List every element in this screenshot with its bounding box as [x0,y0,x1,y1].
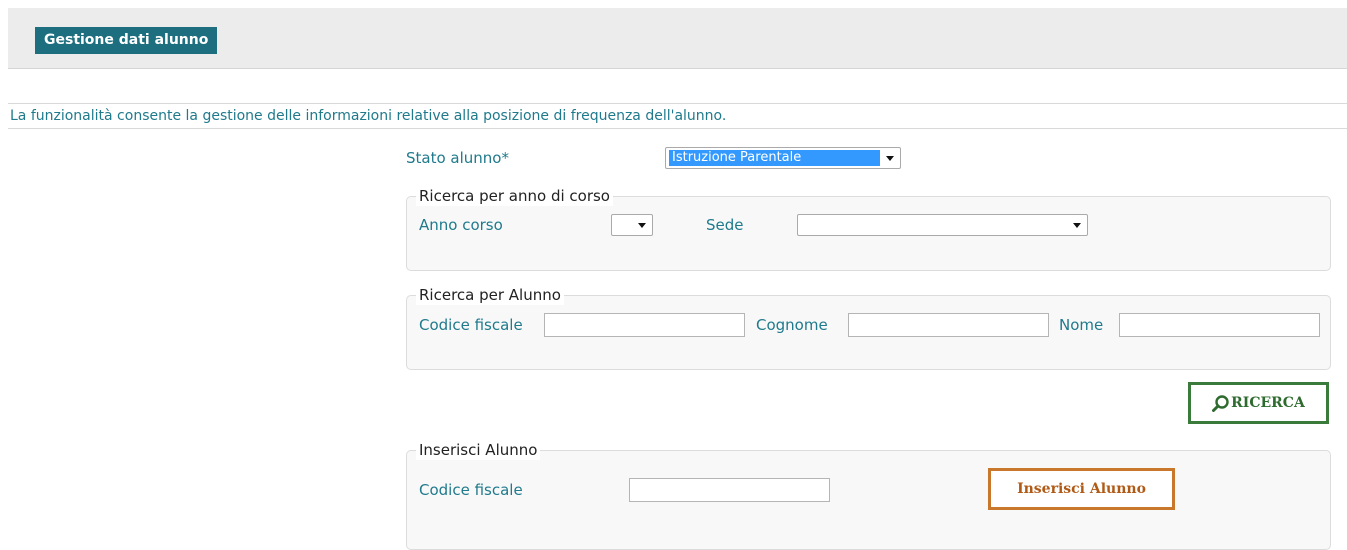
chevron-down-icon [886,156,894,161]
search-icon [1212,395,1229,412]
codice-fiscale-input[interactable] [544,313,745,337]
cognome-input[interactable] [848,313,1049,337]
sede-value [801,217,807,233]
stato-alunno-value: Istruzione Parentale [669,150,880,166]
stato-alunno-select[interactable]: Istruzione Parentale [665,147,901,169]
inserisci-codice-fiscale-input[interactable] [629,478,830,502]
ricerca-button[interactable]: RICERCA [1188,382,1329,424]
ricerca-anno-legend: Ricerca per anno di corso [416,186,613,206]
chevron-down-icon [638,223,646,228]
ricerca-button-label: RICERCA [1231,395,1305,411]
codice-fiscale-label: Codice fiscale [419,316,523,334]
nome-input[interactable] [1119,313,1320,337]
nome-label: Nome [1059,316,1104,334]
cognome-label: Cognome [756,316,828,334]
inserisci-alunno-legend: Inserisci Alunno [416,440,541,460]
sede-label: Sede [706,216,744,234]
anno-corso-label: Anno corso [419,216,503,234]
page-header: Gestione dati alunno [8,8,1347,69]
stato-alunno-label: Stato alunno* [406,149,509,167]
ricerca-alunno-legend: Ricerca per Alunno [416,285,564,305]
page-title: Gestione dati alunno [35,27,218,54]
chevron-down-icon [1073,223,1081,228]
anno-corso-value [615,217,621,233]
inserisci-codice-fiscale-label: Codice fiscale [419,481,523,499]
inserisci-alunno-fieldset: Inserisci Alunno [406,440,1331,550]
anno-corso-select[interactable] [611,214,653,236]
sede-select[interactable] [797,214,1088,236]
page-description: La funzionalità consente la gestione del… [8,103,1347,129]
inserisci-alunno-button[interactable]: Inserisci Alunno [988,468,1175,510]
